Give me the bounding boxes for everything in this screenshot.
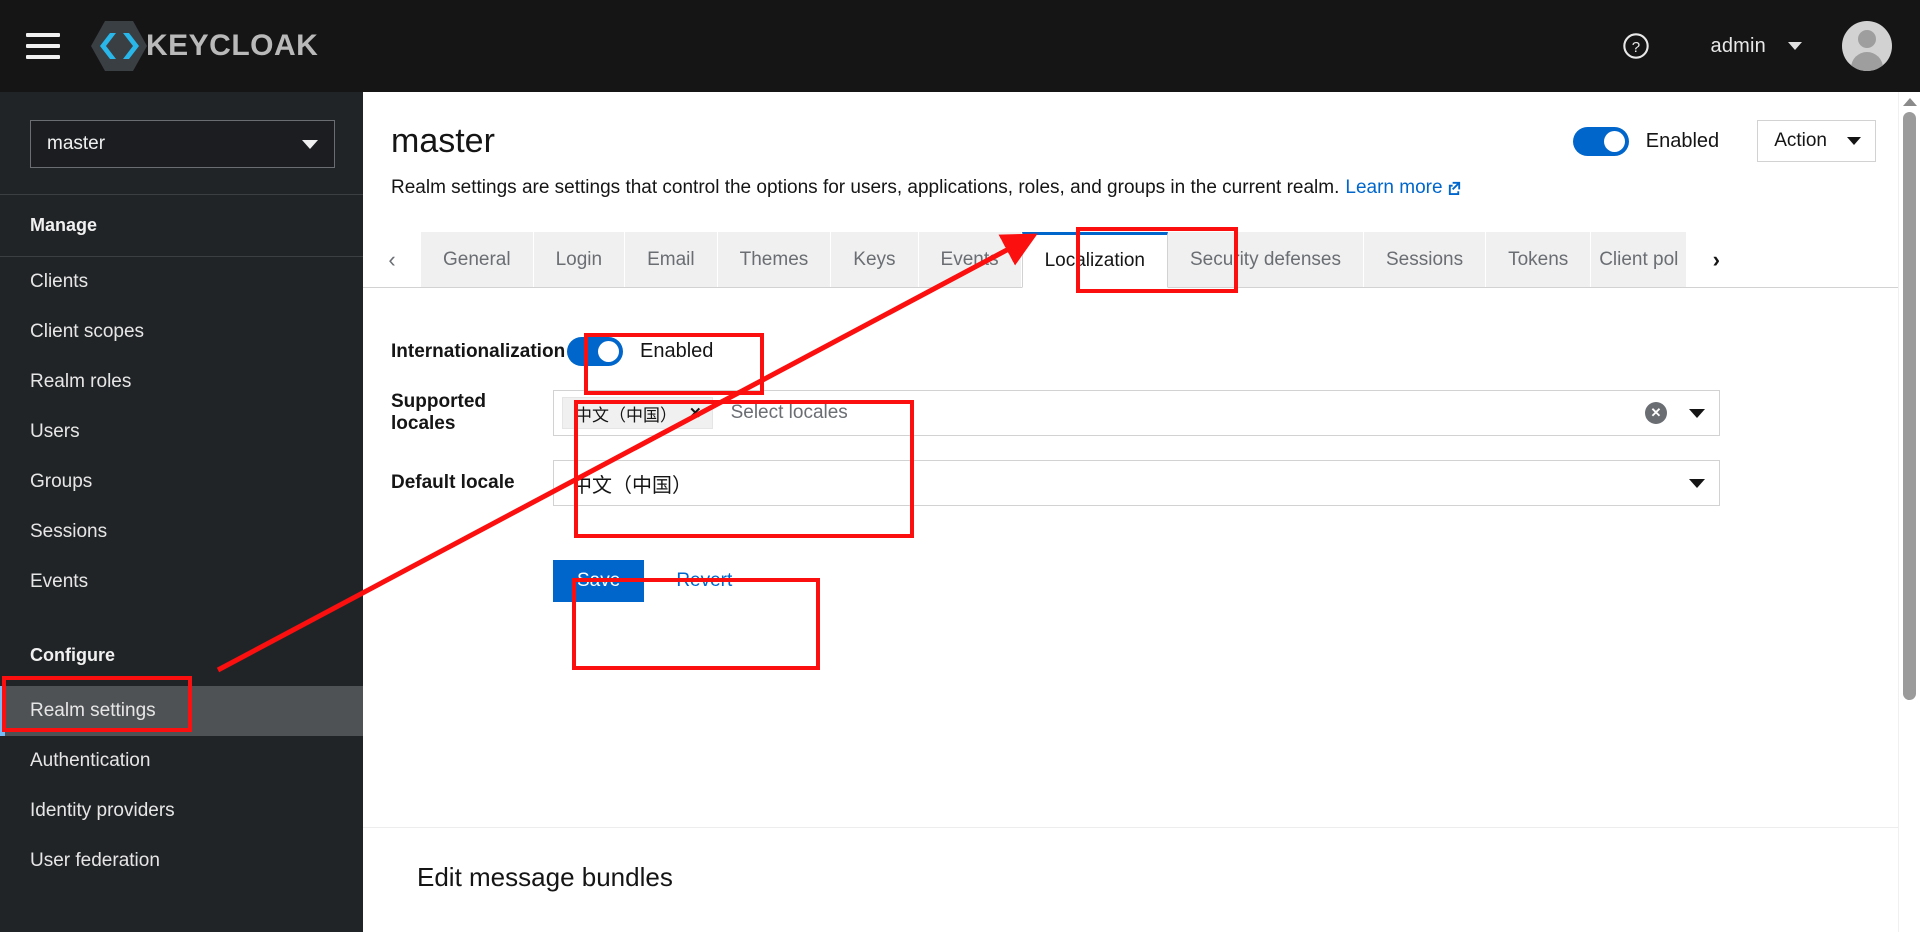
close-icon[interactable]: ✕ [689,404,702,422]
internationalization-label: Internationalization [391,340,566,362]
realm-selector[interactable]: master [30,120,335,168]
revert-button[interactable]: Revert [656,560,752,602]
realm-enabled-toggle[interactable] [1572,126,1629,156]
help-circle-icon[interactable]: ? [1613,23,1659,69]
internationalization-toggle[interactable] [567,337,623,366]
tab-login[interactable]: Login [533,232,626,287]
form-actions: Save Revert [391,560,1920,602]
sidebar-item-users[interactable]: Users [0,407,363,457]
sidebar-item-authentication[interactable]: Authentication [0,736,363,786]
locale-chip[interactable]: 中文（中国） ✕ [562,397,713,429]
chevron-down-icon[interactable] [1788,42,1802,50]
external-link-icon [1447,179,1462,201]
nav-group-title-configure: Configure [30,645,115,665]
masthead-right: ? admin [1613,21,1920,71]
supported-locales-field: 中文（中国） ✕ Select locales ✕ [553,390,1920,436]
sidebar-item-realm-settings[interactable]: Realm settings [0,686,363,736]
default-locale-field: 中文（中国） [553,460,1920,506]
chevron-down-icon [302,139,318,149]
default-locale-row: Default locale 中文（中国） [363,460,1920,506]
chevron-down-icon[interactable] [1689,408,1705,418]
chevron-down-icon [1689,478,1705,488]
supported-locales-input[interactable]: 中文（中国） ✕ Select locales ✕ [553,390,1720,436]
keycloak-admin-console: KEYCLOAK ? admin master Manage Clients C… [0,0,1920,932]
internationalization-label-wrap: Internationalization ? [363,341,586,363]
hamburger-icon[interactable] [26,33,60,59]
realm-enabled-label: Enabled [1645,129,1720,152]
tab-sessions[interactable]: Sessions [1363,232,1487,287]
realm-selector-value: master [47,133,106,154]
page-header-actions: Enabled Action [1572,120,1876,162]
supported-locales-label: Supported locales [391,391,486,434]
sidebar-item-clients[interactable]: Clients [0,257,363,307]
tab-themes[interactable]: Themes [717,232,832,287]
chevron-left-icon[interactable]: ‹ [363,232,421,287]
tab-events[interactable]: Events [918,232,1022,287]
edit-message-bundles-section: Edit message bundles You can edit the su… [363,862,1920,932]
vertical-scrollbar[interactable] [1898,92,1920,932]
realm-selector-wrap: master [0,92,363,194]
supported-locales-row: Supported locales 中文（中国） ✕ Select locale… [363,390,1920,436]
action-button-label: Action [1774,130,1827,151]
tab-tokens[interactable]: Tokens [1486,232,1592,287]
chevron-down-icon [1847,137,1861,145]
page-description-text: Realm settings are settings that control… [391,177,1340,198]
sidebar-item-realm-roles[interactable]: Realm roles [0,357,363,407]
avatar[interactable] [1842,21,1892,71]
tab-localization[interactable]: Localization [1021,232,1168,288]
localization-form: Internationalization ? Enabled Supported… [363,337,1920,602]
page-header: master Realm settings are settings that … [363,92,1920,201]
internationalization-field: Enabled [553,337,1920,366]
nav-group-title-manage: Manage [30,215,98,235]
scroll-up-arrow-icon[interactable] [1902,98,1917,106]
svg-text:?: ? [1631,39,1639,56]
default-locale-label: Default locale [391,472,515,493]
bundles-title: Edit message bundles [417,862,673,892]
sidebar: master Manage Clients Client scopes Real… [0,92,363,932]
tab-general[interactable]: General [421,232,534,287]
chevron-right-icon[interactable]: › [1687,232,1746,287]
username-label[interactable]: admin [1711,35,1766,58]
keycloak-hex-icon [90,20,148,72]
learn-more-link[interactable]: Learn more [1345,177,1461,198]
sidebar-item-sessions[interactable]: Sessions [0,507,363,557]
internationalization-row: Internationalization ? Enabled [363,337,1920,366]
learn-more-label: Learn more [1345,177,1443,198]
default-locale-select[interactable]: 中文（中国） [553,460,1720,506]
clear-circle-icon[interactable]: ✕ [1645,402,1667,424]
main-content: master Realm settings are settings that … [363,92,1920,932]
default-locale-value: 中文（中国） [572,474,692,497]
tab-email[interactable]: Email [625,232,718,287]
sidebar-item-groups[interactable]: Groups [0,457,363,507]
supported-locales-placeholder: Select locales [730,402,848,423]
locale-chip-label: 中文（中国） [575,405,677,425]
save-button[interactable]: Save [553,560,645,602]
supported-locales-actions: ✕ [1645,402,1711,424]
sidebar-item-user-federation[interactable]: User federation [0,836,363,886]
tab-keys[interactable]: Keys [831,232,919,287]
internationalization-toggle-label: Enabled [640,340,714,362]
sidebar-item-client-scopes[interactable]: Client scopes [0,307,363,357]
tab-bar: ‹ General Login Email Themes Keys Events… [363,232,1920,288]
tab-security-defenses[interactable]: Security defenses [1167,232,1364,287]
brand-text: KEYCLOAK [146,29,319,62]
sidebar-item-identity-providers[interactable]: Identity providers [0,786,363,836]
section-divider [363,827,1920,828]
sidebar-item-events[interactable]: Events [0,557,363,607]
keycloak-logo[interactable]: KEYCLOAK [90,20,318,72]
action-button[interactable]: Action [1757,120,1876,162]
page-description: Realm settings are settings that control… [391,177,1920,201]
scrollbar-thumb[interactable] [1903,112,1916,700]
masthead: KEYCLOAK ? admin [0,0,1920,92]
tab-client-policies[interactable]: Client pol [1591,232,1688,287]
